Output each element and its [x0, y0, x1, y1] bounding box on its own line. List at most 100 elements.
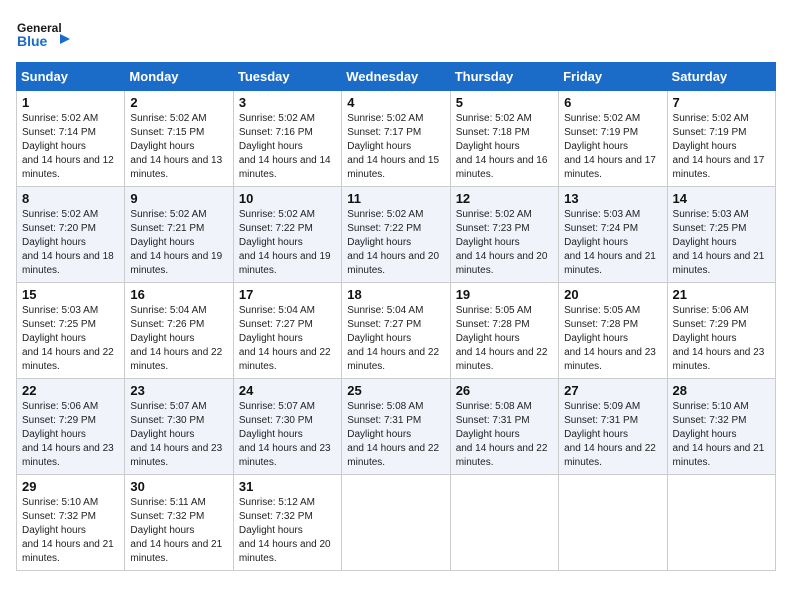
day-info: Sunrise: 5:08 AM Sunset: 7:31 PM Dayligh… — [456, 400, 553, 470]
week-row-3: 15 Sunrise: 5:03 AM Sunset: 7:25 PM Dayl… — [17, 283, 776, 379]
calendar-cell: 17 Sunrise: 5:04 AM Sunset: 7:27 PM Dayl… — [233, 283, 341, 379]
day-info: Sunrise: 5:04 AM Sunset: 7:27 PM Dayligh… — [347, 304, 444, 374]
day-info: Sunrise: 5:12 AM Sunset: 7:32 PM Dayligh… — [239, 496, 336, 566]
weekday-header-thursday: Thursday — [450, 63, 558, 91]
calendar-cell: 6 Sunrise: 5:02 AM Sunset: 7:19 PM Dayli… — [559, 91, 667, 187]
calendar-cell: 21 Sunrise: 5:06 AM Sunset: 7:29 PM Dayl… — [667, 283, 775, 379]
calendar-cell: 30 Sunrise: 5:11 AM Sunset: 7:32 PM Dayl… — [125, 475, 233, 571]
calendar-table: SundayMondayTuesdayWednesdayThursdayFrid… — [16, 62, 776, 571]
day-info: Sunrise: 5:02 AM Sunset: 7:22 PM Dayligh… — [239, 208, 336, 278]
day-info: Sunrise: 5:10 AM Sunset: 7:32 PM Dayligh… — [22, 496, 119, 566]
day-number: 11 — [347, 191, 444, 206]
day-number: 20 — [564, 287, 661, 302]
day-number: 17 — [239, 287, 336, 302]
calendar-cell: 16 Sunrise: 5:04 AM Sunset: 7:26 PM Dayl… — [125, 283, 233, 379]
calendar-cell: 19 Sunrise: 5:05 AM Sunset: 7:28 PM Dayl… — [450, 283, 558, 379]
day-info: Sunrise: 5:11 AM Sunset: 7:32 PM Dayligh… — [130, 496, 227, 566]
weekday-header-friday: Friday — [559, 63, 667, 91]
calendar-cell: 4 Sunrise: 5:02 AM Sunset: 7:17 PM Dayli… — [342, 91, 450, 187]
day-number: 21 — [673, 287, 770, 302]
calendar-cell: 14 Sunrise: 5:03 AM Sunset: 7:25 PM Dayl… — [667, 187, 775, 283]
calendar-cell: 7 Sunrise: 5:02 AM Sunset: 7:19 PM Dayli… — [667, 91, 775, 187]
day-info: Sunrise: 5:09 AM Sunset: 7:31 PM Dayligh… — [564, 400, 661, 470]
calendar-cell: 1 Sunrise: 5:02 AM Sunset: 7:14 PM Dayli… — [17, 91, 125, 187]
calendar-cell: 29 Sunrise: 5:10 AM Sunset: 7:32 PM Dayl… — [17, 475, 125, 571]
day-info: Sunrise: 5:10 AM Sunset: 7:32 PM Dayligh… — [673, 400, 770, 470]
calendar-cell: 10 Sunrise: 5:02 AM Sunset: 7:22 PM Dayl… — [233, 187, 341, 283]
page-header: General Blue — [16, 16, 776, 56]
day-info: Sunrise: 5:03 AM Sunset: 7:25 PM Dayligh… — [22, 304, 119, 374]
day-number: 29 — [22, 479, 119, 494]
day-info: Sunrise: 5:02 AM Sunset: 7:21 PM Dayligh… — [130, 208, 227, 278]
day-number: 3 — [239, 95, 336, 110]
day-info: Sunrise: 5:06 AM Sunset: 7:29 PM Dayligh… — [673, 304, 770, 374]
week-row-5: 29 Sunrise: 5:10 AM Sunset: 7:32 PM Dayl… — [17, 475, 776, 571]
day-info: Sunrise: 5:05 AM Sunset: 7:28 PM Dayligh… — [564, 304, 661, 374]
calendar-cell: 25 Sunrise: 5:08 AM Sunset: 7:31 PM Dayl… — [342, 379, 450, 475]
calendar-cell: 8 Sunrise: 5:02 AM Sunset: 7:20 PM Dayli… — [17, 187, 125, 283]
calendar-cell: 5 Sunrise: 5:02 AM Sunset: 7:18 PM Dayli… — [450, 91, 558, 187]
day-info: Sunrise: 5:02 AM Sunset: 7:14 PM Dayligh… — [22, 112, 119, 182]
day-info: Sunrise: 5:02 AM Sunset: 7:23 PM Dayligh… — [456, 208, 553, 278]
calendar-cell: 22 Sunrise: 5:06 AM Sunset: 7:29 PM Dayl… — [17, 379, 125, 475]
day-info: Sunrise: 5:03 AM Sunset: 7:25 PM Dayligh… — [673, 208, 770, 278]
day-number: 1 — [22, 95, 119, 110]
day-number: 30 — [130, 479, 227, 494]
weekday-header-wednesday: Wednesday — [342, 63, 450, 91]
calendar-cell — [450, 475, 558, 571]
day-number: 6 — [564, 95, 661, 110]
day-number: 18 — [347, 287, 444, 302]
weekday-header-tuesday: Tuesday — [233, 63, 341, 91]
day-info: Sunrise: 5:02 AM Sunset: 7:22 PM Dayligh… — [347, 208, 444, 278]
day-info: Sunrise: 5:07 AM Sunset: 7:30 PM Dayligh… — [239, 400, 336, 470]
calendar-cell: 26 Sunrise: 5:08 AM Sunset: 7:31 PM Dayl… — [450, 379, 558, 475]
calendar-cell: 31 Sunrise: 5:12 AM Sunset: 7:32 PM Dayl… — [233, 475, 341, 571]
calendar-cell: 27 Sunrise: 5:09 AM Sunset: 7:31 PM Dayl… — [559, 379, 667, 475]
day-info: Sunrise: 5:02 AM Sunset: 7:15 PM Dayligh… — [130, 112, 227, 182]
weekday-header-saturday: Saturday — [667, 63, 775, 91]
day-number: 26 — [456, 383, 553, 398]
calendar-cell — [667, 475, 775, 571]
day-number: 31 — [239, 479, 336, 494]
day-number: 22 — [22, 383, 119, 398]
day-number: 14 — [673, 191, 770, 206]
day-info: Sunrise: 5:05 AM Sunset: 7:28 PM Dayligh… — [456, 304, 553, 374]
day-number: 15 — [22, 287, 119, 302]
day-info: Sunrise: 5:02 AM Sunset: 7:19 PM Dayligh… — [673, 112, 770, 182]
day-info: Sunrise: 5:04 AM Sunset: 7:26 PM Dayligh… — [130, 304, 227, 374]
day-info: Sunrise: 5:08 AM Sunset: 7:31 PM Dayligh… — [347, 400, 444, 470]
calendar-cell: 11 Sunrise: 5:02 AM Sunset: 7:22 PM Dayl… — [342, 187, 450, 283]
day-info: Sunrise: 5:04 AM Sunset: 7:27 PM Dayligh… — [239, 304, 336, 374]
weekday-header-monday: Monday — [125, 63, 233, 91]
logo-svg: General Blue — [16, 16, 71, 56]
day-number: 23 — [130, 383, 227, 398]
calendar-cell: 15 Sunrise: 5:03 AM Sunset: 7:25 PM Dayl… — [17, 283, 125, 379]
svg-text:Blue: Blue — [17, 33, 48, 49]
day-info: Sunrise: 5:02 AM Sunset: 7:17 PM Dayligh… — [347, 112, 444, 182]
day-number: 10 — [239, 191, 336, 206]
calendar-cell: 12 Sunrise: 5:02 AM Sunset: 7:23 PM Dayl… — [450, 187, 558, 283]
day-info: Sunrise: 5:02 AM Sunset: 7:18 PM Dayligh… — [456, 112, 553, 182]
week-row-4: 22 Sunrise: 5:06 AM Sunset: 7:29 PM Dayl… — [17, 379, 776, 475]
day-number: 5 — [456, 95, 553, 110]
day-info: Sunrise: 5:03 AM Sunset: 7:24 PM Dayligh… — [564, 208, 661, 278]
calendar-cell: 20 Sunrise: 5:05 AM Sunset: 7:28 PM Dayl… — [559, 283, 667, 379]
calendar-cell — [342, 475, 450, 571]
logo: General Blue — [16, 16, 71, 56]
calendar-cell: 3 Sunrise: 5:02 AM Sunset: 7:16 PM Dayli… — [233, 91, 341, 187]
day-number: 27 — [564, 383, 661, 398]
day-number: 2 — [130, 95, 227, 110]
week-row-1: 1 Sunrise: 5:02 AM Sunset: 7:14 PM Dayli… — [17, 91, 776, 187]
calendar-cell: 9 Sunrise: 5:02 AM Sunset: 7:21 PM Dayli… — [125, 187, 233, 283]
day-number: 13 — [564, 191, 661, 206]
day-info: Sunrise: 5:02 AM Sunset: 7:20 PM Dayligh… — [22, 208, 119, 278]
calendar-cell — [559, 475, 667, 571]
day-number: 25 — [347, 383, 444, 398]
day-number: 4 — [347, 95, 444, 110]
calendar-body: 1 Sunrise: 5:02 AM Sunset: 7:14 PM Dayli… — [17, 91, 776, 571]
day-number: 16 — [130, 287, 227, 302]
calendar-cell: 23 Sunrise: 5:07 AM Sunset: 7:30 PM Dayl… — [125, 379, 233, 475]
day-number: 7 — [673, 95, 770, 110]
day-number: 24 — [239, 383, 336, 398]
week-row-2: 8 Sunrise: 5:02 AM Sunset: 7:20 PM Dayli… — [17, 187, 776, 283]
